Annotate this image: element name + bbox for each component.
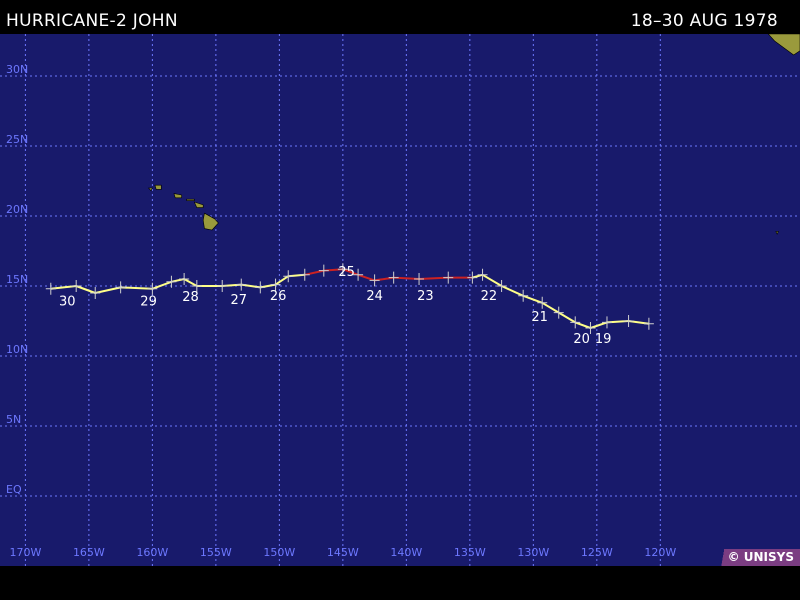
lat-label: 15N <box>6 273 28 286</box>
lon-label: 165W <box>73 546 105 559</box>
lat-label: 20N <box>6 203 28 216</box>
day-label-26: 26 <box>270 289 287 304</box>
lon-label: 145W <box>327 546 359 559</box>
land-molokai <box>186 198 195 201</box>
lat-label: 10N <box>6 343 28 356</box>
lon-label: 130W <box>517 546 549 559</box>
lon-label: 125W <box>581 546 613 559</box>
header: HURRICANE-2 JOHN 18–30 AUG 1978 <box>0 0 800 34</box>
lat-label: 25N <box>6 133 28 146</box>
day-label-19: 19 <box>595 332 612 347</box>
lon-label: 150W <box>263 546 295 559</box>
lon-label: 140W <box>390 546 422 559</box>
day-label-25: 25 <box>338 265 355 280</box>
lat-label: 5N <box>6 413 21 426</box>
day-label-28: 28 <box>182 290 199 305</box>
land-kauai <box>154 184 162 190</box>
date-range: 18–30 AUG 1978 <box>630 11 778 31</box>
day-label-24: 24 <box>366 289 383 304</box>
track-map: 30N 25N 20N 15N 10N 5N EQ 170W 165W 160W 155W 150W 1… <box>0 34 800 566</box>
day-label-27: 27 <box>230 293 247 308</box>
day-label-29: 29 <box>140 294 157 309</box>
lon-label: 135W <box>454 546 486 559</box>
ocean-background <box>0 34 800 566</box>
day-label-30: 30 <box>59 294 76 309</box>
lat-label: EQ <box>6 483 22 496</box>
day-label-22: 22 <box>481 289 498 304</box>
lon-label: 170W <box>9 546 41 559</box>
lon-label: 120W <box>644 546 676 559</box>
day-label-23: 23 <box>417 289 434 304</box>
footer <box>0 566 800 600</box>
unisys-credit: © UNISYS <box>705 549 800 566</box>
lon-label: 155W <box>200 546 232 559</box>
day-label-21: 21 <box>531 310 548 325</box>
lon-label: 160W <box>136 546 168 559</box>
day-label-20: 20 <box>573 332 590 347</box>
lat-label: 30N <box>6 63 28 76</box>
storm-title: HURRICANE-2 JOHN <box>6 11 178 31</box>
